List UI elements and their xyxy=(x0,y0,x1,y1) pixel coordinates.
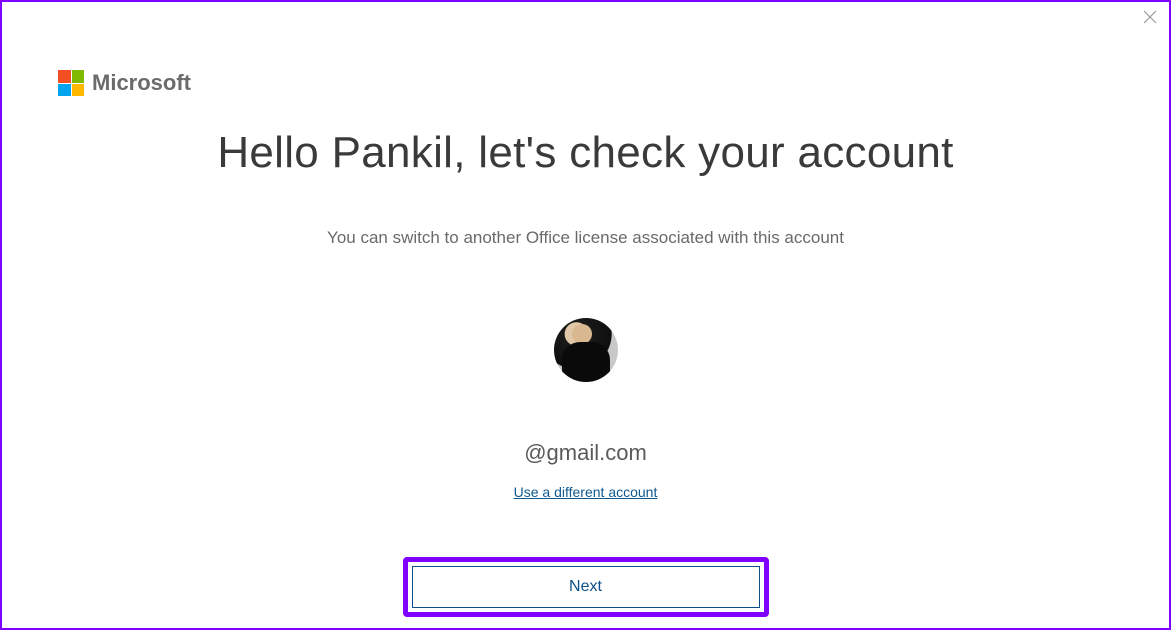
use-different-account-link[interactable]: Use a different account xyxy=(514,484,658,500)
brand-header: Microsoft xyxy=(58,70,191,96)
close-button[interactable] xyxy=(1141,8,1159,26)
close-icon xyxy=(1143,10,1157,24)
page-title: Hello Pankil, let's check your account xyxy=(2,128,1169,178)
avatar xyxy=(554,318,618,382)
subtitle-text: You can switch to another Office license… xyxy=(2,228,1169,248)
next-button-highlight: Next xyxy=(403,557,769,617)
account-email: @gmail.com xyxy=(2,440,1169,466)
next-button[interactable]: Next xyxy=(412,566,760,608)
brand-text: Microsoft xyxy=(92,70,191,96)
microsoft-logo-icon xyxy=(58,70,84,96)
